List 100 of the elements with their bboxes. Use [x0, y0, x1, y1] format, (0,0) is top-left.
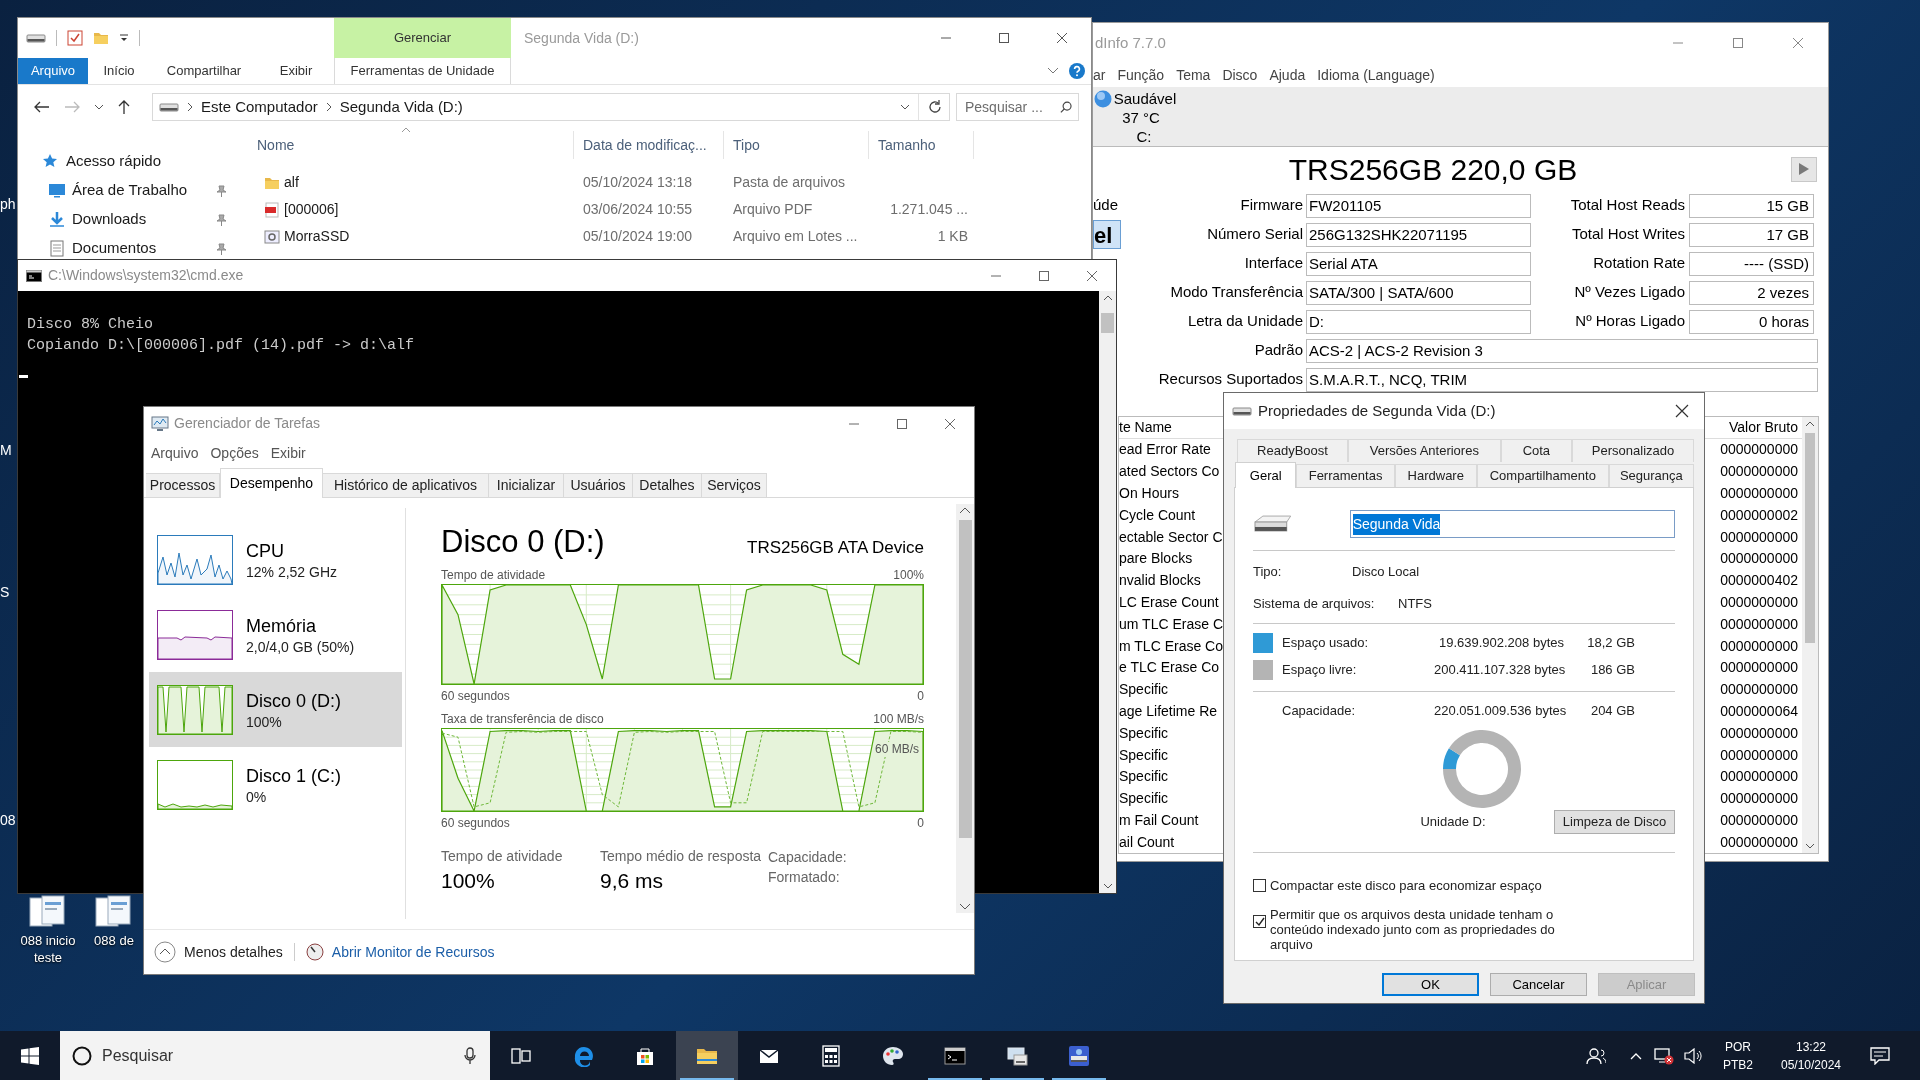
tab[interactable]: Personalizado: [1572, 439, 1694, 462]
language-indicator[interactable]: POR PTB2: [1718, 1037, 1758, 1074]
disk-cleanup-button[interactable]: Limpeza de Disco: [1554, 810, 1675, 834]
address-bar[interactable]: Este Computador Segunda Vida (D:): [152, 93, 950, 121]
volume-icon[interactable]: [1684, 1047, 1704, 1064]
tab[interactable]: Histórico de aplicativos: [323, 473, 489, 497]
resource-monitor-link[interactable]: Abrir Monitor de Recursos: [331, 941, 495, 963]
tab[interactable]: Inicializar: [489, 473, 564, 497]
notification-icon[interactable]: [1870, 1046, 1890, 1065]
menu-item[interactable]: Exibir: [270, 442, 306, 464]
checkbox[interactable]: [1253, 915, 1266, 928]
close-icon[interactable]: [944, 417, 956, 430]
file-name[interactable]: [000006]: [284, 199, 339, 220]
dropdown-icon[interactable]: [900, 103, 910, 111]
name-field[interactable]: Segunda Vida: [1349, 510, 1675, 538]
tab[interactable]: Versões Anteriores: [1348, 439, 1501, 462]
close-icon[interactable]: [1675, 404, 1689, 418]
scrollbar[interactable]: [956, 504, 974, 913]
back-arrow-icon[interactable]: [34, 101, 50, 113]
search-field[interactable]: Pesquisar: [102, 1043, 454, 1068]
network-icon[interactable]: [1654, 1046, 1674, 1065]
up-arrow-icon[interactable]: [118, 99, 130, 115]
chevron-up-icon[interactable]: [1630, 1051, 1642, 1060]
tab[interactable]: Usuários: [564, 473, 633, 497]
health-button[interactable]: el: [1093, 220, 1121, 249]
collapse-icon[interactable]: [154, 941, 176, 963]
dropdown-icon[interactable]: [119, 33, 129, 43]
table-cell-text: ail Count: [1119, 832, 1176, 852]
gauge-icon[interactable]: [305, 943, 324, 961]
column-header[interactable]: te Name: [1119, 417, 1225, 438]
column-header[interactable]: Valor Bruto: [1729, 417, 1802, 438]
close-icon[interactable]: [1086, 269, 1098, 282]
column-header[interactable]: Nome: [234, 131, 574, 159]
ribbon-tab[interactable]: Ferramentas de Unidade: [334, 58, 511, 84]
breadcrumb-item[interactable]: Este Computador: [201, 95, 318, 119]
device-item[interactable]: Disco 0 (D:) 100%: [149, 672, 402, 747]
tab[interactable]: Processos: [146, 473, 220, 497]
nav-item[interactable]: Documentos: [48, 237, 157, 260]
status-icon[interactable]: [1093, 89, 1112, 108]
next-drive-button[interactable]: [1791, 156, 1817, 182]
file-name[interactable]: alf: [284, 172, 299, 193]
close-icon[interactable]: [1056, 32, 1068, 44]
maximize-icon[interactable]: [1038, 269, 1050, 282]
ribbon-tab[interactable]: Início: [88, 58, 150, 84]
menu-item[interactable]: Arquivo: [151, 442, 199, 464]
dialog-button[interactable]: Cancelar: [1490, 973, 1587, 996]
column-header[interactable]: Tamanho: [869, 131, 974, 159]
column-header[interactable]: Data de modificaç...: [574, 131, 724, 159]
table-cell-text: age Lifetime Re: [1119, 701, 1219, 721]
menu-item[interactable]: Disco: [1222, 64, 1258, 86]
ribbon-tab[interactable]: Compartilhar: [150, 58, 258, 84]
clock[interactable]: 13:22 05/10/2024: [1772, 1037, 1850, 1074]
menu-item[interactable]: Idioma (Language): [1317, 64, 1435, 86]
refresh-icon[interactable]: [927, 99, 943, 115]
toggle-link[interactable]: Menos detalhes: [184, 941, 283, 963]
file-name[interactable]: MorraSSD: [284, 226, 350, 247]
maximize-icon[interactable]: [998, 32, 1010, 44]
people-icon[interactable]: [1586, 1046, 1606, 1065]
dialog-button[interactable]: OK: [1382, 973, 1479, 996]
tab[interactable]: Serviços: [702, 473, 767, 497]
tab[interactable]: Compartilhamento: [1476, 464, 1609, 487]
scrollbar[interactable]: [1099, 291, 1116, 893]
tab[interactable]: Geral: [1235, 462, 1297, 488]
scroll-thumb[interactable]: [1805, 433, 1815, 643]
nav-item[interactable]: Downloads: [48, 208, 147, 231]
column-header[interactable]: Tipo: [724, 131, 869, 159]
scrollbar[interactable]: [1802, 417, 1818, 853]
tab[interactable]: Desempenho: [220, 468, 323, 498]
nav-item[interactable]: Acesso rápido: [42, 150, 162, 173]
menu-item[interactable]: Ajuda: [1269, 64, 1306, 86]
tab[interactable]: Detalhes: [633, 473, 702, 497]
search-bar[interactable]: Pesquisar: [60, 1031, 490, 1080]
search-field[interactable]: Pesquisar ...: [965, 96, 1060, 118]
menu-item[interactable]: Tema: [1176, 64, 1211, 86]
table-cell-text: 0000000000: [1720, 440, 1799, 460]
properties-icon[interactable]: [67, 30, 83, 46]
nav-item[interactable]: Área de Trabalho: [48, 179, 188, 202]
help-icon[interactable]: [1069, 63, 1085, 79]
ribbon-tab[interactable]: Exibir: [258, 58, 334, 84]
windows-logo-icon[interactable]: [21, 1046, 39, 1065]
tab[interactable]: Ferramentas: [1296, 464, 1395, 487]
taskbar-button[interactable]: [676, 1031, 738, 1080]
table-cell-text: m Fail Count: [1119, 810, 1200, 830]
breadcrumb-item[interactable]: Segunda Vida (D:): [339, 95, 463, 119]
dropdown-icon[interactable]: [94, 103, 104, 111]
menu-item[interactable]: Função: [1117, 64, 1165, 86]
scroll-thumb[interactable]: [958, 520, 972, 838]
menu-item[interactable]: ar: [1093, 64, 1106, 86]
tab[interactable]: Cota: [1500, 439, 1573, 462]
checkbox[interactable]: [1253, 879, 1266, 892]
expand-ribbon-icon[interactable]: [1047, 67, 1059, 75]
scroll-thumb[interactable]: [1101, 313, 1114, 333]
maximize-icon[interactable]: [1732, 37, 1744, 49]
search-box[interactable]: Pesquisar ...: [956, 93, 1079, 121]
tab[interactable]: ReadyBoost: [1237, 439, 1349, 462]
ribbon-tab[interactable]: Arquivo: [18, 58, 88, 84]
maximize-icon[interactable]: [896, 417, 908, 430]
tab[interactable]: Segurança: [1608, 464, 1694, 487]
menu-item[interactable]: Opções: [210, 442, 259, 464]
tab[interactable]: Hardware: [1394, 464, 1477, 487]
